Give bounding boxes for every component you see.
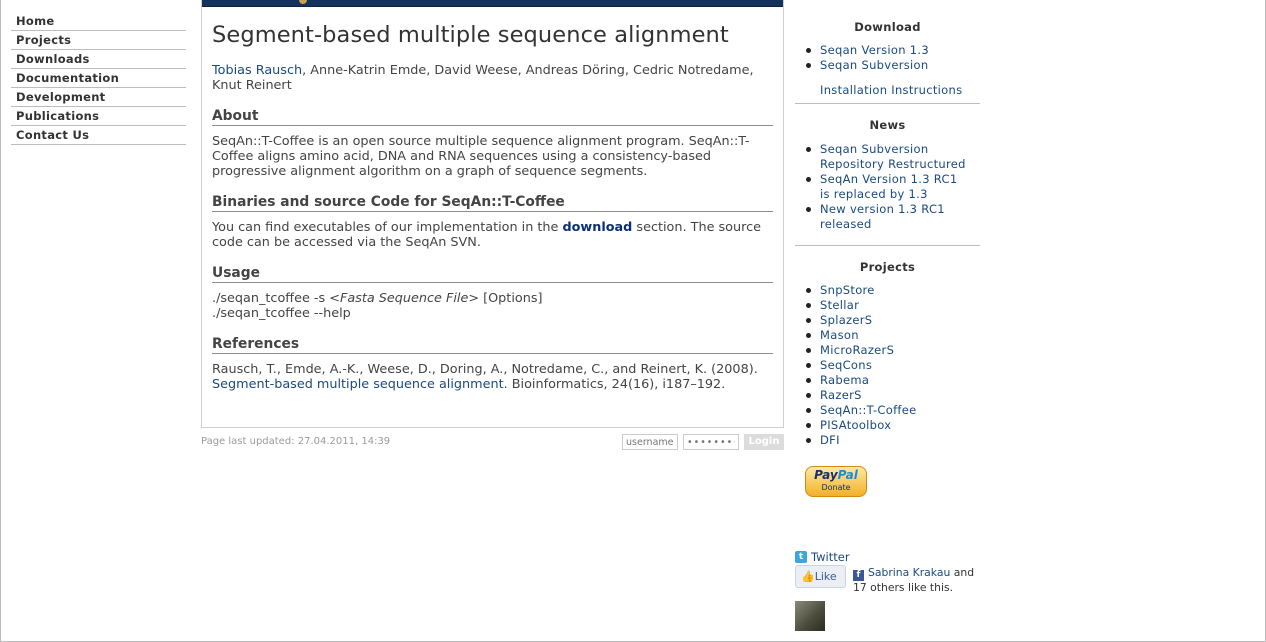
- installation-instructions-link[interactable]: Installation Instructions: [795, 83, 980, 97]
- password-input[interactable]: [683, 434, 739, 450]
- username-input[interactable]: [622, 434, 678, 450]
- news-item[interactable]: New version 1.3 RC1 released: [804, 202, 970, 232]
- news-section: News Seqan Subversion Repository Restruc…: [795, 104, 980, 246]
- download-item-subversion[interactable]: Seqan Subversion: [804, 58, 980, 73]
- facebook-like-summary: f Sabrina Krakau and 17 others like this.: [853, 566, 981, 595]
- reference-journal: . Bioinformatics, 24(16), i187–192.: [503, 377, 726, 392]
- last-updated: Page last updated: 27.04.2011, 14:39: [201, 436, 391, 447]
- nav-development[interactable]: Development: [11, 88, 186, 107]
- download-section: Download Seqan Version 1.3 Seqan Subvers…: [795, 0, 980, 104]
- news-heading: News: [869, 118, 906, 132]
- binaries-text-pre: You can find executables of our implemen…: [212, 220, 563, 235]
- facebook-friend-link[interactable]: Sabrina Krakau: [868, 566, 950, 579]
- nav-contact-us[interactable]: Contact Us: [11, 126, 186, 145]
- news-item[interactable]: SeqAn Version 1.3 RC1 is replaced by 1.3: [804, 172, 970, 202]
- project-item-mason[interactable]: Mason: [804, 328, 980, 343]
- header-bar: [202, 0, 783, 7]
- project-item-rabema[interactable]: Rabema: [804, 373, 980, 388]
- download-item-seqan-1-3[interactable]: Seqan Version 1.3: [804, 43, 980, 58]
- facebook-like-button[interactable]: 👍Like: [795, 565, 846, 588]
- nav-documentation[interactable]: Documentation: [11, 69, 186, 88]
- reference-text: Rausch, T., Emde, A.-K., Weese, D., Dori…: [212, 362, 773, 392]
- reference-authors: Rausch, T., Emde, A.-K., Weese, D., Dori…: [212, 362, 758, 377]
- right-sidebar: Download Seqan Version 1.3 Seqan Subvers…: [795, 0, 980, 448]
- about-heading: About: [212, 108, 773, 126]
- thumbs-up-icon: 👍: [801, 570, 815, 583]
- project-item-splazers[interactable]: SplazerS: [804, 313, 980, 328]
- references-heading: References: [212, 336, 773, 354]
- paypal-logo: PayPal: [806, 468, 866, 483]
- binaries-text: You can find executables of our implemen…: [212, 220, 773, 250]
- project-item-pisatoolbox[interactable]: PISAtoolbox: [804, 418, 980, 433]
- header-logo-mark: [299, 0, 307, 4]
- twitter-link[interactable]: t Twitter: [795, 550, 850, 564]
- paypal-logo-pay: Pay: [814, 468, 838, 482]
- author-link[interactable]: Tobias Rausch: [212, 63, 302, 78]
- project-item-dfi[interactable]: DFI: [804, 433, 980, 448]
- binaries-heading: Binaries and source Code for SeqAn::T-Co…: [212, 194, 773, 212]
- usage-heading: Usage: [212, 265, 773, 283]
- news-item[interactable]: Seqan Subversion Repository Restructured: [804, 142, 970, 172]
- project-item-seqan-t-coffee[interactable]: SeqAn::T-Coffee: [804, 403, 980, 418]
- paypal-donate-button[interactable]: PayPal Donate: [805, 466, 867, 497]
- twitter-icon: t: [795, 551, 807, 563]
- nav-home[interactable]: Home: [11, 12, 186, 31]
- project-item-razers[interactable]: RazerS: [804, 388, 980, 403]
- nav-publications[interactable]: Publications: [11, 107, 186, 126]
- twitter-label: Twitter: [811, 550, 850, 564]
- projects-heading: Projects: [859, 260, 916, 274]
- usage-command: ./seqan_tcoffee -s: [212, 291, 330, 306]
- author-list: Tobias Rausch, Anne-Katrin Emde, David W…: [212, 63, 773, 93]
- page-title: Segment-based multiple sequence alignmen…: [212, 22, 729, 48]
- usage-text: ./seqan_tcoffee -s <Fasta Sequence File>…: [212, 291, 773, 321]
- usage-argument: <Fasta Sequence File>: [329, 291, 480, 306]
- download-link[interactable]: download: [562, 220, 632, 235]
- paypal-logo-pal: Pal: [837, 468, 858, 482]
- reference-link[interactable]: Segment-based multiple sequence alignmen…: [212, 377, 504, 392]
- avatar[interactable]: [795, 601, 825, 631]
- usage-help-command: ./seqan_tcoffee --help: [212, 306, 351, 321]
- like-label: Like: [814, 570, 837, 583]
- download-heading: Download: [854, 20, 921, 34]
- project-item-microrazers[interactable]: MicroRazerS: [804, 343, 980, 358]
- paypal-donate-label: Donate: [821, 483, 851, 492]
- login-button[interactable]: Login: [744, 434, 784, 450]
- project-item-snpstore[interactable]: SnpStore: [804, 283, 980, 298]
- project-item-stellar[interactable]: Stellar: [804, 298, 980, 313]
- project-item-seqcons[interactable]: SeqCons: [804, 358, 980, 373]
- nav-projects[interactable]: Projects: [11, 31, 186, 50]
- facebook-icon: f: [853, 570, 864, 581]
- main-nav: Home Projects Downloads Documentation De…: [11, 12, 186, 145]
- main-content: Segment-based multiple sequence alignmen…: [201, 0, 784, 428]
- usage-options: [Options]: [479, 291, 543, 306]
- nav-downloads[interactable]: Downloads: [11, 50, 186, 69]
- projects-section: Projects SnpStore Stellar SplazerS Mason…: [795, 246, 980, 448]
- about-text: SeqAn::T-Coffee is an open source multip…: [212, 134, 750, 179]
